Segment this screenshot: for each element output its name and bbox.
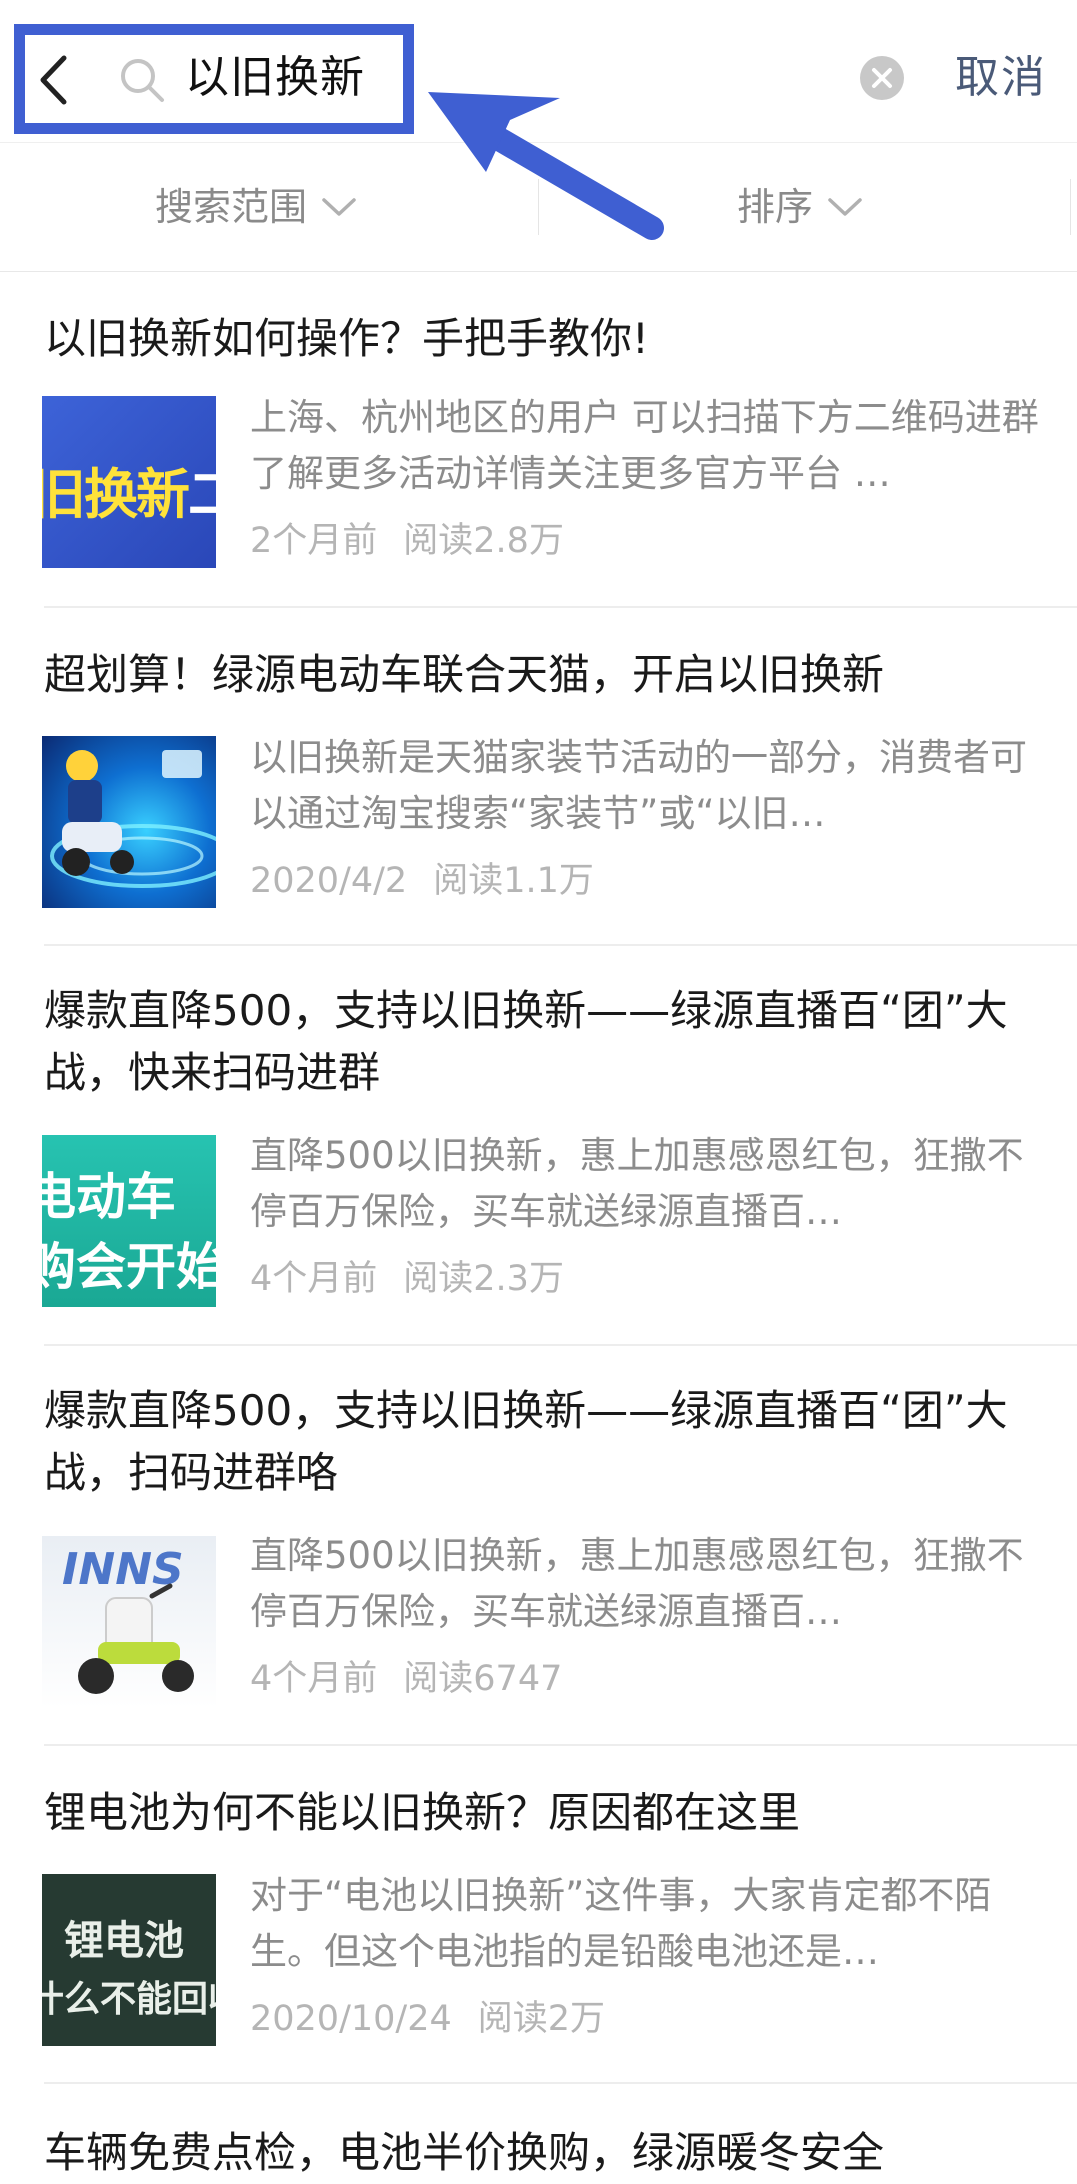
result-title[interactable]: 超划算！绿源电动车联合天猫，开启以旧换新 bbox=[44, 644, 1044, 706]
result-meta: 4个月前 阅读6747 bbox=[250, 1654, 562, 1704]
thumbnail-text: 锂电池 bbox=[64, 1918, 184, 1964]
result-thumbnail bbox=[42, 736, 216, 908]
result-snippet: 直降500以旧换新，惠上加惠感恩红包，狂撒不停百万保险，买车就送绿源直播百… bbox=[250, 1134, 1024, 1233]
result-reads: 阅读1.1万 bbox=[433, 861, 594, 901]
result-meta: 2020/4/2 阅读1.1万 bbox=[250, 856, 594, 906]
divider bbox=[44, 1344, 1077, 1346]
result-snippet: 对于“电池以旧换新”这件事，大家肯定都不陌生。但这个电池指的是铅酸电池还是… bbox=[250, 1874, 992, 1973]
result-meta: 4个月前 阅读2.3万 bbox=[250, 1254, 564, 1304]
result-thumbnail: 旧换新二三 bbox=[42, 396, 216, 568]
result-title[interactable]: 爆款直降500，支持以旧换新——绿源直播百“团”大战，快来扫码进群 bbox=[44, 980, 1044, 1104]
result-thumbnail: 锂电池 什么不能回收 bbox=[42, 1874, 216, 2046]
divider bbox=[44, 1744, 1077, 1746]
result-title[interactable]: 车辆免费点检，电池半价换购，绿源暖冬安全 bbox=[44, 2122, 1044, 2184]
scooter-illustration: INNS bbox=[62, 1544, 194, 1694]
result-snippet: 直降500以旧换新，惠上加惠感恩红包，狂撒不停百万保险，买车就送绿源直播百… bbox=[250, 1534, 1024, 1633]
divider bbox=[44, 2082, 1077, 2084]
scooter-illustration bbox=[50, 750, 216, 888]
thumbnail-text: 电动车 bbox=[42, 1168, 176, 1226]
result-title[interactable]: 以旧换新如何操作？手把手教你! bbox=[44, 308, 1044, 370]
cancel-button[interactable]: 取消 bbox=[955, 48, 1047, 108]
result-snippet: 以旧换新是天猫家装节活动的一部分，消费者可以通过淘宝搜索“家装节”或“以旧… bbox=[250, 736, 1027, 835]
filter-sort[interactable]: 排序 bbox=[737, 143, 863, 271]
divider bbox=[44, 606, 1077, 608]
filter-sort-label: 排序 bbox=[737, 185, 814, 229]
result-meta: 2020/10/24 阅读2万 bbox=[250, 1994, 605, 2044]
filter-scope-label: 搜索范围 bbox=[155, 185, 308, 229]
result-time: 4个月前 bbox=[250, 1659, 378, 1699]
result-time: 4个月前 bbox=[250, 1259, 378, 1299]
result-title[interactable]: 锂电池为何不能以旧换新？原因都在这里 bbox=[44, 1782, 1044, 1844]
result-title[interactable]: 爆款直降500，支持以旧换新——绿源直播百“团”大战，扫码进群咯 bbox=[44, 1380, 1044, 1504]
thumbnail-text: 购会开始 bbox=[42, 1238, 216, 1296]
result-time: 2020/4/2 bbox=[250, 861, 408, 901]
highlight-box bbox=[14, 24, 414, 134]
filter-bar: 搜索范围 排序 bbox=[0, 142, 1077, 272]
divider bbox=[44, 944, 1077, 946]
result-reads: 阅读2.3万 bbox=[403, 1259, 564, 1299]
thumbnail-text: 什么不能回收 bbox=[42, 1979, 216, 2020]
result-reads: 阅读6747 bbox=[403, 1659, 563, 1699]
result-meta: 2个月前 阅读2.8万 bbox=[250, 516, 564, 566]
filter-divider bbox=[538, 179, 539, 235]
result-reads: 阅读2.8万 bbox=[403, 521, 564, 561]
chevron-down-icon bbox=[322, 198, 356, 216]
thumbnail-text: 旧换新二三 bbox=[42, 463, 216, 526]
result-reads: 阅读2万 bbox=[477, 1999, 606, 2039]
result-thumbnail: INNS bbox=[42, 1536, 216, 1708]
clear-icon[interactable] bbox=[858, 54, 906, 102]
filter-divider bbox=[1070, 179, 1071, 235]
result-snippet: 上海、杭州地区的用户 可以扫描下方二维码进群了解更多活动详情关注更多官方平台 … bbox=[250, 396, 1039, 495]
result-time: 2个月前 bbox=[250, 521, 378, 561]
filter-scope[interactable]: 搜索范围 bbox=[155, 143, 357, 271]
result-time: 2020/10/24 bbox=[250, 1999, 452, 2039]
chevron-down-icon bbox=[828, 198, 862, 216]
result-thumbnail: 电动车 购会开始 bbox=[42, 1135, 216, 1307]
